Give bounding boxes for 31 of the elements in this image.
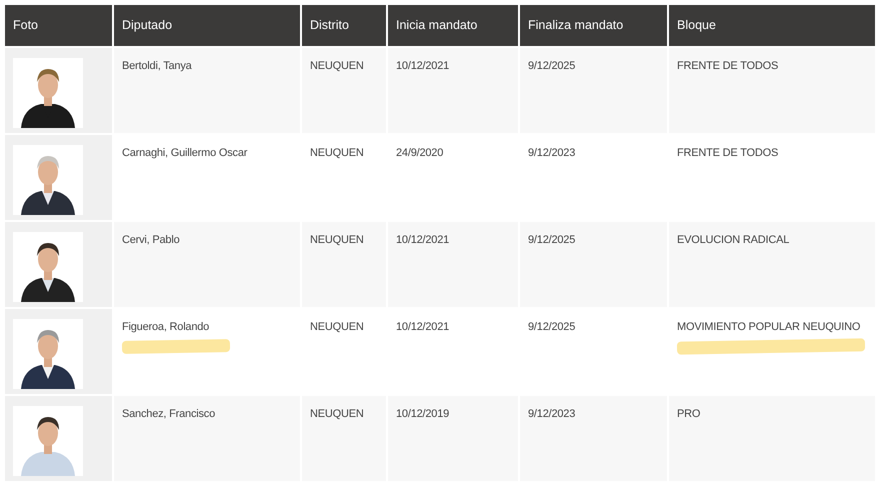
table-cell: 9/12/2025 [528,321,576,333]
table-cell: 9/12/2023 [528,408,576,420]
table-cell: NEUQUEN [310,147,364,159]
table-cell: Carnaghi, Guillermo Oscar [122,147,248,159]
table-cell: Figueroa, Rolando [122,321,210,333]
column-header: Bloque [668,4,876,47]
table-cell: NEUQUEN [310,234,364,246]
table-cell: 10/12/2021 [396,234,450,246]
table-cell: 24/9/2020 [396,147,444,159]
table-cell: 9/12/2025 [528,60,576,72]
table-cell: NEUQUEN [310,60,364,72]
table-cell: Cervi, Pablo [122,234,180,246]
table-cell: FRENTE DE TODOS [677,60,778,72]
column-header: Finaliza mandato [519,4,668,47]
column-header: Distrito [301,4,387,47]
column-header: Diputado [113,4,301,47]
table-cell: EVOLUCION RADICAL [677,234,790,246]
table-cell: MOVIMIENTO POPULAR NEUQUINO [677,321,860,333]
table-cell: PRO [677,408,700,420]
table-cell: 9/12/2023 [528,147,576,159]
table-cell: Bertoldi, Tanya [122,60,192,72]
table-cell: 10/12/2019 [396,408,450,420]
table-cell: FRENTE DE TODOS [677,147,778,159]
column-header: Inicia mandato [387,4,519,47]
column-header: Foto [4,4,113,47]
table-cell: NEUQUEN [310,321,364,333]
table-cell: 10/12/2021 [396,321,450,333]
table-cell: 9/12/2025 [528,234,576,246]
table-cell: 10/12/2021 [396,60,450,72]
table-cell: Sanchez, Francisco [122,408,215,420]
table-cell: NEUQUEN [310,408,364,420]
